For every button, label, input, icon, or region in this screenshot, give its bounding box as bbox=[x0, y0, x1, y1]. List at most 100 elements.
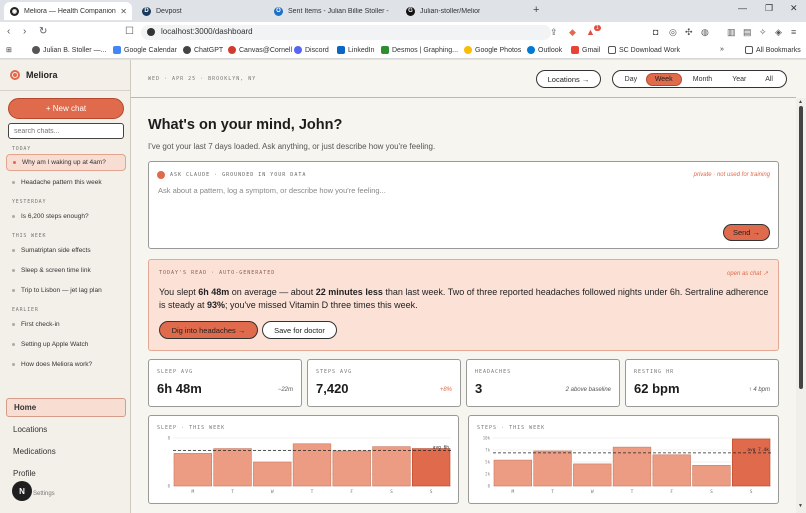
bookmark-item[interactable]: Gmail bbox=[571, 46, 600, 54]
browser-tab-outlook[interactable]: O Sent Items - Julian Billie Stoller - O… bbox=[268, 2, 396, 20]
brand[interactable]: Meliora bbox=[10, 70, 58, 80]
read-header: TODAY'S READ · AUTO-GENERATED bbox=[159, 270, 276, 276]
ask-input[interactable]: Ask about a pattern, log a symptom, or d… bbox=[158, 186, 386, 195]
minimize-icon[interactable]: — bbox=[738, 3, 747, 13]
nav-profile[interactable]: Profile bbox=[6, 464, 126, 483]
chat-item[interactable]: Trip to Lisbon — jet lag plan bbox=[6, 282, 126, 299]
x-tick-label: F bbox=[350, 489, 353, 495]
bookmark-item[interactable]: Outlook bbox=[527, 46, 562, 54]
meliora-favicon-icon: ◉ bbox=[10, 6, 19, 16]
chat-item[interactable]: How does Meliora work? bbox=[6, 356, 126, 373]
close-icon[interactable]: ✕ bbox=[120, 7, 127, 16]
scrollbar[interactable]: ▲ ▼ bbox=[796, 98, 806, 513]
dot-icon bbox=[12, 269, 15, 272]
outlook-icon bbox=[527, 46, 535, 54]
extension-icon[interactable]: ◎ bbox=[669, 27, 677, 38]
camera-icon[interactable]: ◘ bbox=[653, 27, 658, 37]
meliora-app: Meliora + New chat TODAY Why am I waking… bbox=[0, 60, 806, 513]
menu-icon[interactable]: ≡ bbox=[791, 27, 796, 37]
scroll-down-icon[interactable]: ▼ bbox=[798, 503, 803, 509]
share-icon[interactable]: ⇪ bbox=[550, 27, 558, 38]
reload-icon[interactable]: ↻ bbox=[39, 26, 47, 37]
bookmark-item[interactable]: Discord bbox=[294, 46, 329, 54]
bookmark-item[interactable]: Google Photos bbox=[464, 46, 521, 54]
chat-item[interactable]: Why am I waking up at 4am? bbox=[6, 154, 126, 171]
bookmark-item[interactable]: Julian B. Stoller —... bbox=[32, 46, 106, 54]
bookmark-item[interactable]: LinkedIn bbox=[337, 46, 374, 54]
claude-icon bbox=[157, 171, 165, 179]
bar bbox=[253, 461, 292, 487]
chat-item[interactable]: Setting up Apple Watch bbox=[6, 336, 126, 353]
stat-card-steps[interactable]: STEPS AVG 7,420 +8% bbox=[307, 359, 461, 407]
bookmark-item[interactable]: ChatGPT bbox=[183, 46, 223, 54]
back-icon[interactable]: ‹ bbox=[7, 26, 10, 37]
range-all[interactable]: All bbox=[755, 73, 783, 86]
dig-into-headaches-button[interactable]: Dig into headaches → bbox=[159, 321, 258, 339]
bar bbox=[213, 448, 252, 487]
bookmark-item[interactable]: Google Calendar bbox=[113, 46, 177, 54]
close-window-icon[interactable]: ✕ bbox=[790, 3, 798, 14]
wallet-icon[interactable]: ▤ bbox=[743, 27, 752, 38]
sidebar-toggle-icon[interactable]: ▥ bbox=[727, 27, 736, 38]
bar bbox=[372, 446, 411, 487]
leo-icon[interactable]: ✧ bbox=[759, 27, 767, 38]
shield-icon[interactable]: ◈ bbox=[775, 27, 782, 38]
browser-tab-meliora[interactable]: ◉ Meliora — Health Companion ✕ bbox=[4, 2, 132, 20]
read-summary: You slept 6h 48m on average — about 22 m… bbox=[159, 287, 769, 310]
scrollbar-thumb[interactable] bbox=[799, 106, 803, 389]
new-tab-button[interactable]: + bbox=[533, 4, 539, 16]
maximize-icon[interactable]: ❐ bbox=[765, 3, 773, 14]
photos-icon bbox=[464, 46, 472, 54]
open-as-chat-link[interactable]: open as chat ↗ bbox=[727, 270, 768, 277]
y-tick-label: 8 bbox=[168, 436, 171, 441]
send-button[interactable]: Send → bbox=[723, 224, 770, 241]
bar bbox=[731, 438, 771, 487]
apps-icon[interactable]: ⊞ bbox=[6, 46, 12, 54]
chat-item[interactable]: Sumatriptan side effects bbox=[6, 242, 126, 259]
range-year[interactable]: Year bbox=[723, 73, 755, 86]
browser-tab-github[interactable]: G Julian-stoller/Melior bbox=[400, 2, 528, 20]
bookmark-item[interactable]: Desmos | Graphing... bbox=[381, 46, 458, 54]
stat-card-headaches[interactable]: HEADACHES 3 2 above baseline bbox=[466, 359, 620, 407]
nav-locations[interactable]: Locations bbox=[6, 420, 126, 439]
stat-delta: +8% bbox=[439, 387, 452, 393]
range-week[interactable]: Week bbox=[645, 72, 682, 86]
save-for-doctor-button[interactable]: Save for doctor bbox=[262, 321, 337, 339]
steps-bar-chart: 0 2k 5k 7k 10k M T W T F S Savg 7.4k bbox=[483, 436, 771, 495]
y-tick-label: 5k bbox=[485, 460, 490, 465]
forward-icon[interactable]: › bbox=[23, 26, 26, 37]
linkedin-icon bbox=[337, 46, 345, 54]
vpn-icon[interactable]: ◍ bbox=[701, 27, 709, 38]
more-bookmarks-icon[interactable]: » bbox=[720, 46, 724, 53]
avatar[interactable]: N bbox=[12, 481, 32, 501]
nav-home[interactable]: Home bbox=[6, 398, 126, 417]
scroll-up-icon[interactable]: ▲ bbox=[798, 99, 803, 105]
locations-button[interactable]: Locations → bbox=[536, 70, 601, 88]
chat-item[interactable]: First check-in bbox=[6, 316, 126, 333]
stat-card-resting-hr[interactable]: RESTING HR 62 bpm ↑ 4 bpm bbox=[625, 359, 779, 407]
chat-item[interactable]: Headache pattern this week bbox=[6, 174, 126, 191]
new-chat-button[interactable]: + New chat bbox=[8, 98, 124, 119]
chat-item[interactable]: Is 6,200 steps enough? bbox=[6, 208, 126, 225]
all-bookmarks[interactable]: All Bookmarks bbox=[745, 46, 801, 54]
puzzle-icon[interactable]: ✣ bbox=[685, 27, 693, 38]
tab-title: Meliora — Health Companion bbox=[24, 7, 116, 15]
browser-tab-devpost[interactable]: D Devpost bbox=[136, 2, 264, 20]
settings-link[interactable]: Settings bbox=[33, 491, 55, 497]
url-input[interactable]: localhost:3000/dashboard bbox=[141, 25, 551, 40]
range-month[interactable]: Month bbox=[682, 73, 724, 86]
bookmark-folder[interactable]: SC Download Work bbox=[608, 46, 680, 54]
chat-item[interactable]: Sleep & screen time link bbox=[6, 262, 126, 279]
dot-icon bbox=[13, 161, 16, 164]
stat-card-sleep[interactable]: SLEEP AVG 6h 48m −22m bbox=[148, 359, 302, 407]
brave-shield-icon[interactable]: ◆ bbox=[569, 27, 576, 38]
search-chats-input[interactable] bbox=[8, 123, 124, 139]
bookmark-icon[interactable]: ☐ bbox=[125, 26, 134, 37]
range-day[interactable]: Day bbox=[616, 73, 646, 86]
chatgpt-icon bbox=[183, 46, 191, 54]
bookmark-item[interactable]: Canvas@Cornell bbox=[228, 46, 292, 54]
bar bbox=[332, 450, 371, 487]
nav-medications[interactable]: Medications bbox=[6, 442, 126, 461]
x-tick-label: T bbox=[631, 489, 634, 495]
site-info-icon[interactable] bbox=[147, 28, 155, 36]
